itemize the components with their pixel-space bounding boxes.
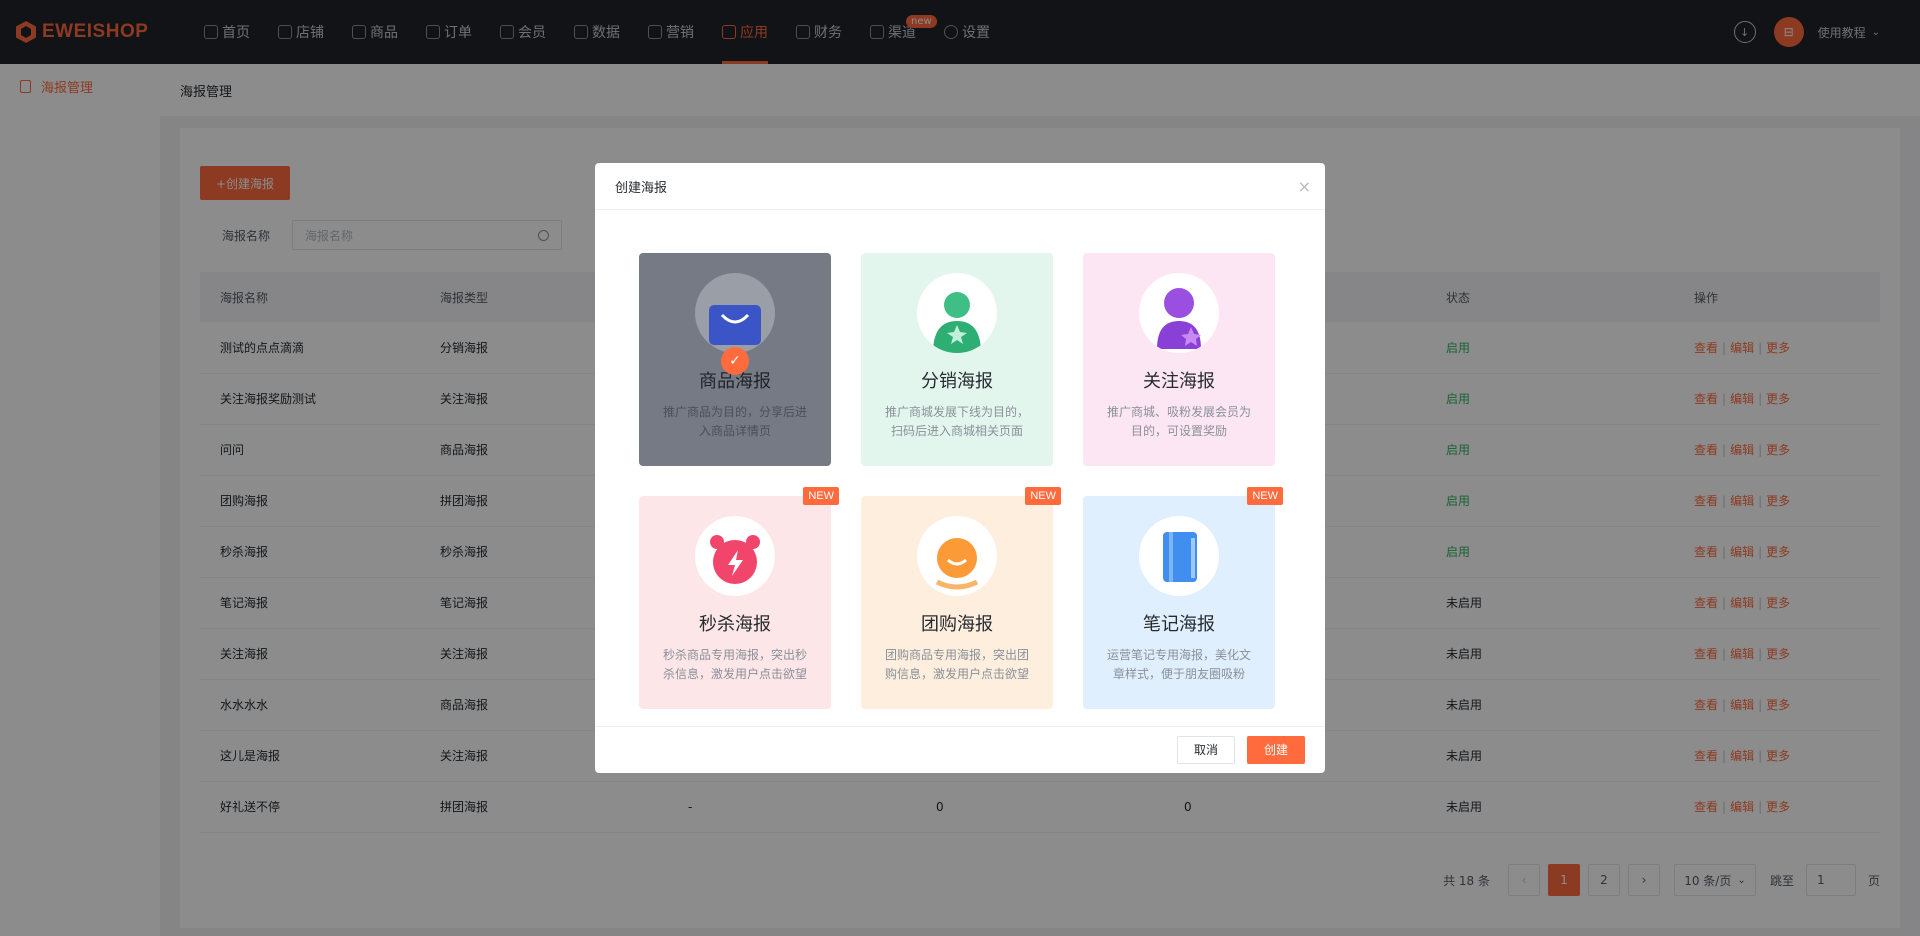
follow-user-icon: [1157, 288, 1201, 349]
create-button[interactable]: 创建: [1247, 735, 1305, 764]
tile-flash-sale-poster[interactable]: NEW 秒杀海报 秒杀商品专用海报，突出秒杀信息，激发用户点击欲望: [639, 487, 839, 709]
tile-title: 分销海报: [921, 371, 993, 392]
tile-icon-circle: [917, 516, 997, 596]
tile-icon-circle: [1139, 273, 1219, 353]
new-tag: NEW: [1025, 487, 1061, 505]
tile-icon-circle: [695, 516, 775, 596]
cancel-button[interactable]: 取消: [1177, 735, 1235, 764]
tile-group-buy-poster[interactable]: NEW 团购海报 团购商品专用海报，突出团购信息，激发用户点击欲望: [861, 487, 1061, 709]
tile-title: 团购海报: [921, 614, 993, 635]
tile-follow-poster[interactable]: 关注海报 推广商城、吸粉发展会员为目的，可设置奖励: [1083, 253, 1275, 466]
close-icon[interactable]: ×: [1298, 177, 1311, 196]
tile-desc: 运营笔记专用海报，美化文章样式，便于朋友圈吸粉: [1106, 648, 1251, 681]
distribution-icon: [933, 292, 981, 353]
tile-notes-poster[interactable]: NEW 笔记海报 运营笔记专用海报，美化文章样式，便于朋友圈吸粉: [1083, 487, 1283, 709]
tile-desc: 秒杀商品专用海报，突出秒杀信息，激发用户点击欲望: [662, 648, 807, 681]
tile-distribution-poster[interactable]: 分销海报 推广商城发展下线为目的，扫码后进入商城相关页面: [861, 253, 1053, 466]
modal-title: 创建海报: [615, 180, 668, 196]
tile-icon-circle: [695, 273, 775, 353]
modal-body: ✓ 商品海报 推广商品为目的，分享后进入商品详情页 分销海报 推广商城发展下线为…: [595, 210, 1325, 726]
group-buy-icon: [935, 538, 979, 590]
tile-icon-circle: [917, 273, 997, 353]
tile-desc: 团购商品专用海报，突出团购信息，激发用户点击欲望: [884, 648, 1029, 681]
tile-title: 笔记海报: [1143, 614, 1215, 635]
tile-desc: 推广商城、吸粉发展会员为目的，可设置奖励: [1106, 405, 1251, 438]
alarm-clock-icon: [710, 535, 760, 584]
modal-footer: 取消 创建: [595, 726, 1325, 772]
modal-header: 创建海报 ×: [595, 163, 1325, 210]
tile-desc: 推广商城发展下线为目的，扫码后进入商城相关页面: [884, 405, 1029, 438]
shopping-bag-icon: [709, 305, 761, 345]
new-tag: NEW: [1247, 487, 1283, 505]
tile-title: 关注海报: [1143, 371, 1215, 392]
new-tag: NEW: [803, 487, 839, 505]
tile-title: 秒杀海报: [699, 614, 771, 635]
notebook-icon: [1163, 532, 1197, 582]
tile-icon-circle: [1139, 516, 1219, 596]
create-poster-modal: 创建海报 × ✓ 商品海报 推广商品为目的，分享后进入商品详情页 分销海报 推广…: [595, 163, 1325, 773]
tile-goods-poster[interactable]: ✓ 商品海报 推广商品为目的，分享后进入商品详情页: [639, 253, 831, 466]
selected-check-icon: ✓: [721, 347, 749, 375]
tile-desc: 推广商品为目的，分享后进入商品详情页: [662, 405, 807, 438]
